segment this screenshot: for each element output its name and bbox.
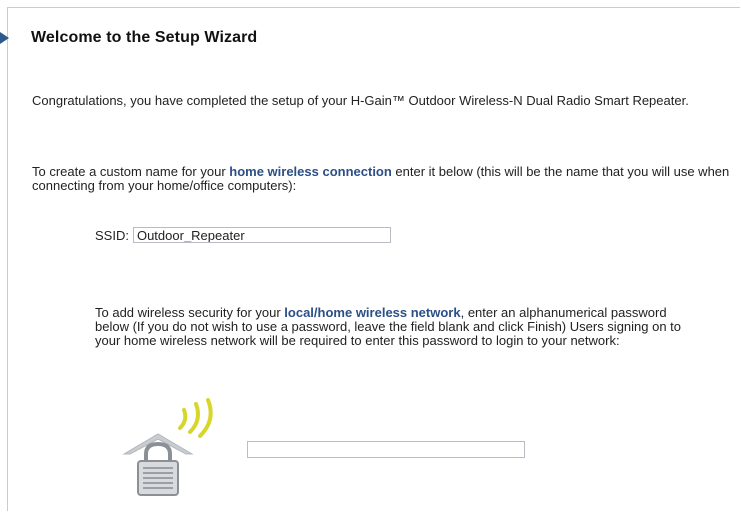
ssid-label: SSID: — [95, 227, 129, 243]
house-lock-wireless-icon — [122, 398, 213, 496]
ssid-row: SSID: — [95, 227, 391, 243]
intro-text: Congratulations, you have completed the … — [32, 93, 689, 108]
title-marker-icon — [0, 32, 9, 44]
lock-icon — [137, 441, 179, 496]
ssid-instructions-highlight: home wireless connection — [229, 164, 392, 179]
ssid-instructions: To create a custom name for your home wi… — [32, 165, 740, 193]
password-input[interactable] — [247, 441, 525, 458]
security-instructions-before: To add wireless security for your — [95, 305, 285, 320]
security-instructions-highlight: local/home wireless network — [284, 305, 461, 320]
ssid-input[interactable] — [132, 227, 391, 243]
wireless-signal-icon — [178, 398, 213, 438]
page-title: Welcome to the Setup Wizard — [31, 29, 258, 46]
security-instructions: To add wireless security for your local/… — [95, 306, 695, 348]
wizard-frame — [7, 7, 740, 511]
ssid-instructions-before: To create a custom name for your — [32, 164, 230, 179]
